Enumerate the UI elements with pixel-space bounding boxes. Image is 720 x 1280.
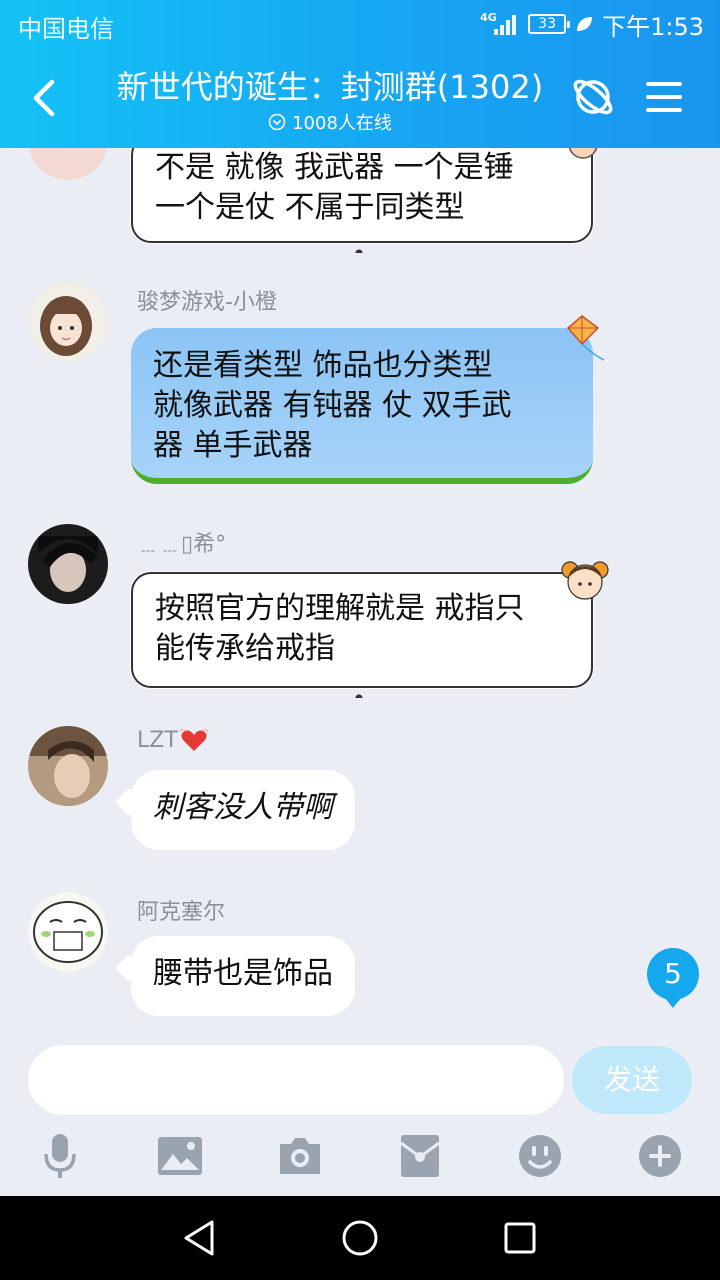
message-text: 腰带也是饰品 xyxy=(153,956,333,991)
microphone-icon[interactable] xyxy=(36,1128,84,1184)
sender-name[interactable]: 骏梦游戏-小橙 xyxy=(137,284,277,316)
back-icon[interactable] xyxy=(22,70,68,126)
sender-name[interactable]: LZT xyxy=(137,728,208,753)
heart-icon xyxy=(179,728,208,751)
navigation-bar xyxy=(0,1196,720,1280)
carrier-label: 中国电信 xyxy=(18,15,114,43)
camera-icon[interactable] xyxy=(276,1128,324,1184)
planet-icon[interactable] xyxy=(570,74,616,120)
sticker-bear-icon xyxy=(561,561,609,600)
message-text: 不是 就像 我武器 一个是锤 一个是仗 不属于同类型 xyxy=(155,150,514,225)
message-bubble[interactable]: 还是看类型 饰品也分类型 就像武器 有钝器 仗 双手武 器 单手武器 xyxy=(131,328,593,484)
message-text: 刺客没人带啊 xyxy=(153,790,333,825)
input-toolbar xyxy=(0,1128,720,1188)
chevron-down-circle-icon xyxy=(268,113,286,131)
chat-title: 新世代的诞生：封测群(1302) xyxy=(116,68,544,106)
avatar[interactable] xyxy=(28,524,108,604)
sender-name[interactable]: ﹍﹍▯希° xyxy=(137,526,226,558)
message-bubble[interactable]: 刺客没人带啊 xyxy=(131,770,355,850)
message-bubble[interactable]: 按照官方的理解就是 戒指只 能传承给戒指 xyxy=(131,572,593,698)
avatar[interactable] xyxy=(28,148,108,180)
online-count: 1008人在线 xyxy=(292,113,392,134)
emoji-icon[interactable] xyxy=(516,1128,564,1184)
image-icon[interactable] xyxy=(156,1128,204,1184)
message-text: 按照官方的理解就是 戒指只 能传承给戒指 xyxy=(155,591,525,666)
message-input[interactable] xyxy=(28,1045,564,1115)
chat-header: 中国电信 4G 33 下午1:53 新世代的诞生：封测群(1302) 1008人… xyxy=(0,0,720,148)
nav-home-icon[interactable] xyxy=(338,1216,382,1260)
leaf-icon xyxy=(577,17,593,31)
nav-recents-icon[interactable] xyxy=(498,1216,542,1260)
nav-back-icon[interactable] xyxy=(178,1216,222,1260)
hamburger-menu-icon[interactable] xyxy=(644,78,684,116)
status-indicators: 4G 33 下午1:53 xyxy=(480,8,704,41)
avatar[interactable] xyxy=(28,282,108,362)
message-bubble[interactable]: 不是 就像 我武器 一个是锤 一个是仗 不属于同类型 xyxy=(131,148,593,253)
send-button[interactable]: 发送 xyxy=(572,1046,692,1114)
signal-icon: 4G xyxy=(480,11,520,37)
sender-name[interactable]: 阿克塞尔 xyxy=(137,894,225,926)
message-list[interactable]: 不是 就像 我武器 一个是锤 一个是仗 不属于同类型 骏梦游戏-小橙 还是看类型… xyxy=(0,148,720,1036)
sticker-face-icon xyxy=(568,148,598,159)
plus-icon[interactable] xyxy=(636,1128,684,1184)
status-bar: 中国电信 4G 33 下午1:53 xyxy=(0,0,720,50)
clock: 下午1:53 xyxy=(602,12,704,41)
message-bubble[interactable]: 腰带也是饰品 xyxy=(131,936,355,1016)
online-status[interactable]: 1008人在线 xyxy=(100,109,560,135)
red-packet-icon[interactable] xyxy=(396,1128,444,1184)
unread-messages-badge[interactable]: 5 xyxy=(647,948,699,1008)
avatar[interactable] xyxy=(28,892,108,972)
battery-icon: 33 xyxy=(528,14,571,34)
kite-icon xyxy=(566,315,605,361)
message-text: 还是看类型 饰品也分类型 就像武器 有钝器 仗 双手武 器 单手武器 xyxy=(153,348,512,463)
avatar[interactable] xyxy=(28,726,108,806)
